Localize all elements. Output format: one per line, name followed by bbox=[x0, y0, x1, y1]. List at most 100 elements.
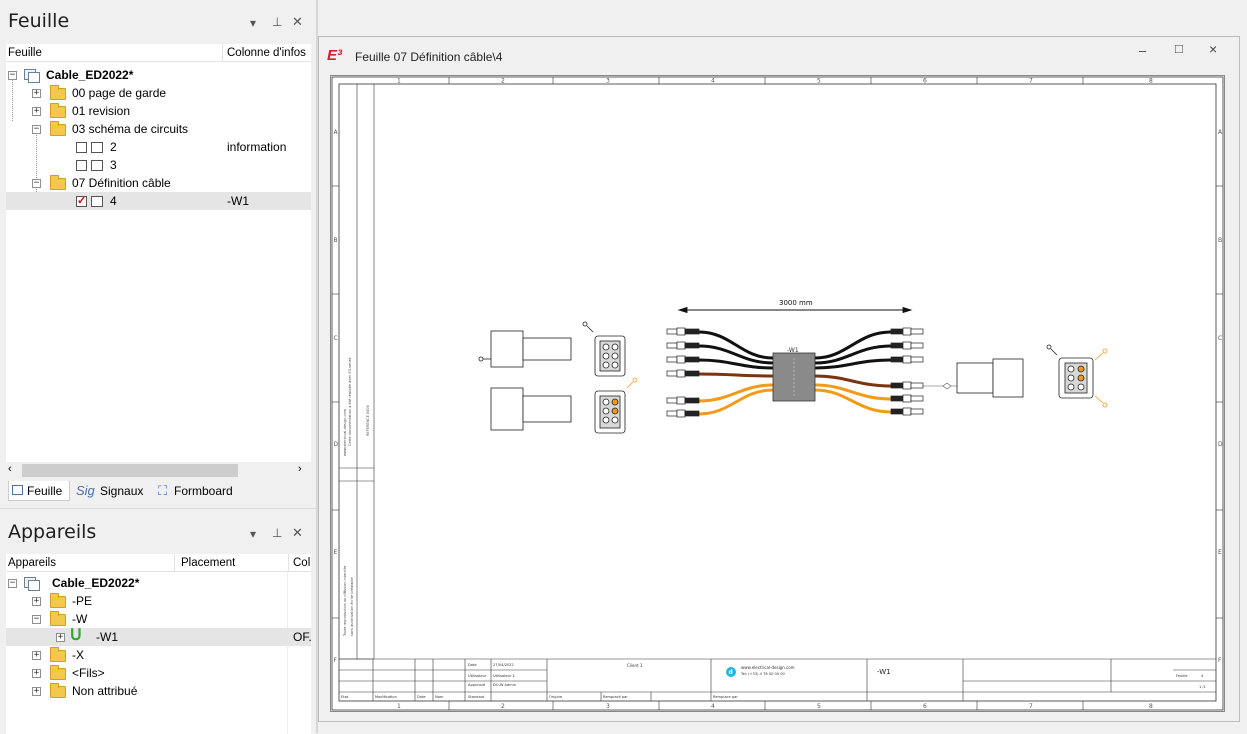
tb-approved-label: Approuvé bbox=[468, 683, 486, 687]
col-number: 1 bbox=[397, 78, 401, 85]
row-letter: A bbox=[334, 129, 339, 136]
sheet-icon bbox=[91, 196, 103, 207]
tree-row-folder[interactable]: − -W bbox=[6, 610, 311, 628]
close-icon[interactable]: ✕ bbox=[292, 525, 303, 541]
tb-company: www.electrical-design.com bbox=[741, 665, 795, 670]
pin-icon[interactable]: ⊥ bbox=[272, 15, 282, 29]
col-header-devices[interactable]: Appareils bbox=[8, 554, 56, 572]
pin-icon[interactable]: ⊥ bbox=[272, 526, 282, 540]
collapse-icon[interactable]: − bbox=[32, 179, 41, 188]
left-terminals bbox=[666, 327, 700, 418]
tb-approved: DO-W Admin bbox=[493, 683, 516, 687]
expand-icon[interactable]: + bbox=[32, 651, 41, 660]
tree-row-sheet-selected[interactable]: ✓ 4 -W1 bbox=[6, 192, 311, 210]
expand-icon[interactable]: + bbox=[32, 107, 41, 116]
scroll-thumb[interactable] bbox=[22, 464, 238, 477]
left-connector-side-1 bbox=[478, 330, 572, 368]
tb-sheet-num: 4 bbox=[1201, 674, 1204, 678]
tree-row-folder[interactable]: + 01 revision bbox=[6, 102, 311, 120]
tree-label: -X bbox=[72, 648, 84, 662]
col-number: 5 bbox=[817, 78, 821, 85]
row-letter: A bbox=[1218, 129, 1223, 136]
col-header-info[interactable]: Colonne d'infos bbox=[227, 44, 306, 62]
tree-header: Feuille Colonne d'infos bbox=[6, 44, 311, 62]
tb-client: Client 1 bbox=[627, 663, 643, 668]
col-number: 2 bbox=[501, 703, 505, 710]
row-letter: F bbox=[1218, 657, 1222, 664]
tab-signaux[interactable]: Sig Signaux bbox=[76, 481, 152, 501]
expand-icon[interactable]: + bbox=[56, 633, 65, 642]
e3-logo: E³ bbox=[327, 47, 342, 64]
tree-row-folder[interactable]: + -X bbox=[6, 646, 311, 664]
row-letter: E bbox=[334, 549, 338, 556]
left-connector-face-2 bbox=[594, 377, 638, 434]
svg-text:Cette documentation a été réal: Cette documentation a été réalisée avec … bbox=[348, 357, 352, 446]
folder-open-icon bbox=[50, 175, 66, 190]
tb-bottom-label: Remplacé par bbox=[603, 695, 628, 699]
expand-icon[interactable]: + bbox=[32, 669, 41, 678]
tb-bottom-label: Remplace par bbox=[713, 695, 738, 699]
tree-label: -W bbox=[72, 612, 88, 626]
col-header-col[interactable]: Col bbox=[293, 554, 310, 572]
col-number: 6 bbox=[923, 78, 927, 85]
minimize-button[interactable]: – bbox=[1139, 43, 1146, 58]
col-header-placement[interactable]: Placement bbox=[181, 554, 235, 572]
tree-row-folder[interactable]: − 03 schéma de circuits bbox=[6, 120, 311, 138]
signal-icon: Sig bbox=[76, 483, 95, 498]
tree-row-folder[interactable]: + 00 page de garde bbox=[6, 84, 311, 102]
tree-row-project[interactable]: − Cable_ED2022* bbox=[6, 66, 311, 84]
folder-open-icon bbox=[50, 611, 66, 626]
tab-formboard[interactable]: ⛶ Formboard bbox=[158, 481, 248, 501]
tree-row-folder[interactable]: + <Fils> bbox=[6, 664, 311, 682]
row-letter: C bbox=[334, 335, 338, 342]
checkbox[interactable] bbox=[76, 142, 87, 153]
tb-bottom-label: Modification bbox=[375, 695, 397, 699]
row-letter: B bbox=[1218, 237, 1222, 244]
tb-sheet-ref: -W1 bbox=[877, 668, 891, 676]
maximize-button[interactable]: □ bbox=[1175, 41, 1183, 56]
left-connector-side-2 bbox=[490, 387, 572, 431]
tree-row-device-selected[interactable]: + ᑌ -W1 OF. bbox=[6, 627, 312, 646]
tb-bottom-label: Etat bbox=[341, 695, 349, 699]
tree-info: information bbox=[227, 140, 287, 154]
tb-phone: Tel: (+33) 4 78 00 00 00 bbox=[740, 672, 786, 676]
cable-label: -W1 bbox=[787, 347, 799, 354]
collapse-icon[interactable]: − bbox=[32, 125, 41, 134]
cad-canvas[interactable]: 1 2 3 4 5 6 7 8 1 2 3 4 5 6 7 8 A B C D … bbox=[330, 75, 1225, 712]
sheet-panel-title: Feuille bbox=[8, 10, 70, 32]
collapse-icon[interactable]: − bbox=[8, 71, 17, 80]
close-icon[interactable]: ✕ bbox=[292, 14, 303, 30]
scroll-right-icon[interactable]: › bbox=[298, 463, 302, 475]
svg-text:REFERENCE 0000: REFERENCE 0000 bbox=[366, 405, 370, 436]
tree-row-folder[interactable]: + -PE bbox=[6, 592, 311, 610]
tree-row-project[interactable]: − Cable_ED2022* bbox=[6, 574, 311, 592]
col-number: 4 bbox=[711, 703, 715, 710]
tree-row-folder[interactable]: − 07 Définition câble bbox=[6, 174, 311, 192]
row-letter: C bbox=[1218, 335, 1222, 342]
checkbox[interactable] bbox=[76, 160, 87, 171]
collapse-icon[interactable]: − bbox=[8, 579, 17, 588]
row-letter: F bbox=[334, 657, 338, 664]
checkbox-checked[interactable]: ✓ bbox=[76, 196, 87, 207]
tree-label: 3 bbox=[110, 158, 117, 172]
right-terminals bbox=[890, 327, 924, 416]
tree-row-sheet[interactable]: 3 bbox=[6, 156, 311, 174]
expand-icon[interactable]: + bbox=[32, 597, 41, 606]
col-header-sheet[interactable]: Feuille bbox=[8, 44, 42, 62]
tab-feuille[interactable]: Feuille bbox=[8, 481, 70, 501]
folder-icon bbox=[50, 85, 66, 100]
panel-menu-icon[interactable]: ▾ bbox=[250, 527, 256, 541]
tree-row-folder[interactable]: + Non attribué bbox=[6, 682, 311, 700]
tb-user: Utilisateur 1 bbox=[493, 674, 515, 678]
horizontal-scrollbar[interactable]: ‹ › bbox=[6, 462, 311, 479]
tree-row-sheet[interactable]: 2 information bbox=[6, 138, 311, 156]
folder-icon bbox=[50, 593, 66, 608]
expand-icon[interactable]: + bbox=[32, 89, 41, 98]
tree-label: 00 page de garde bbox=[72, 86, 167, 100]
panel-menu-icon[interactable]: ▾ bbox=[250, 16, 256, 30]
close-button[interactable]: × bbox=[1209, 41, 1217, 57]
collapse-icon[interactable]: − bbox=[32, 615, 41, 624]
expand-icon[interactable]: + bbox=[32, 687, 41, 696]
scroll-left-icon[interactable]: ‹ bbox=[8, 463, 12, 475]
device-tree: Appareils Placement Col − Cable_ED2022* … bbox=[6, 554, 312, 734]
